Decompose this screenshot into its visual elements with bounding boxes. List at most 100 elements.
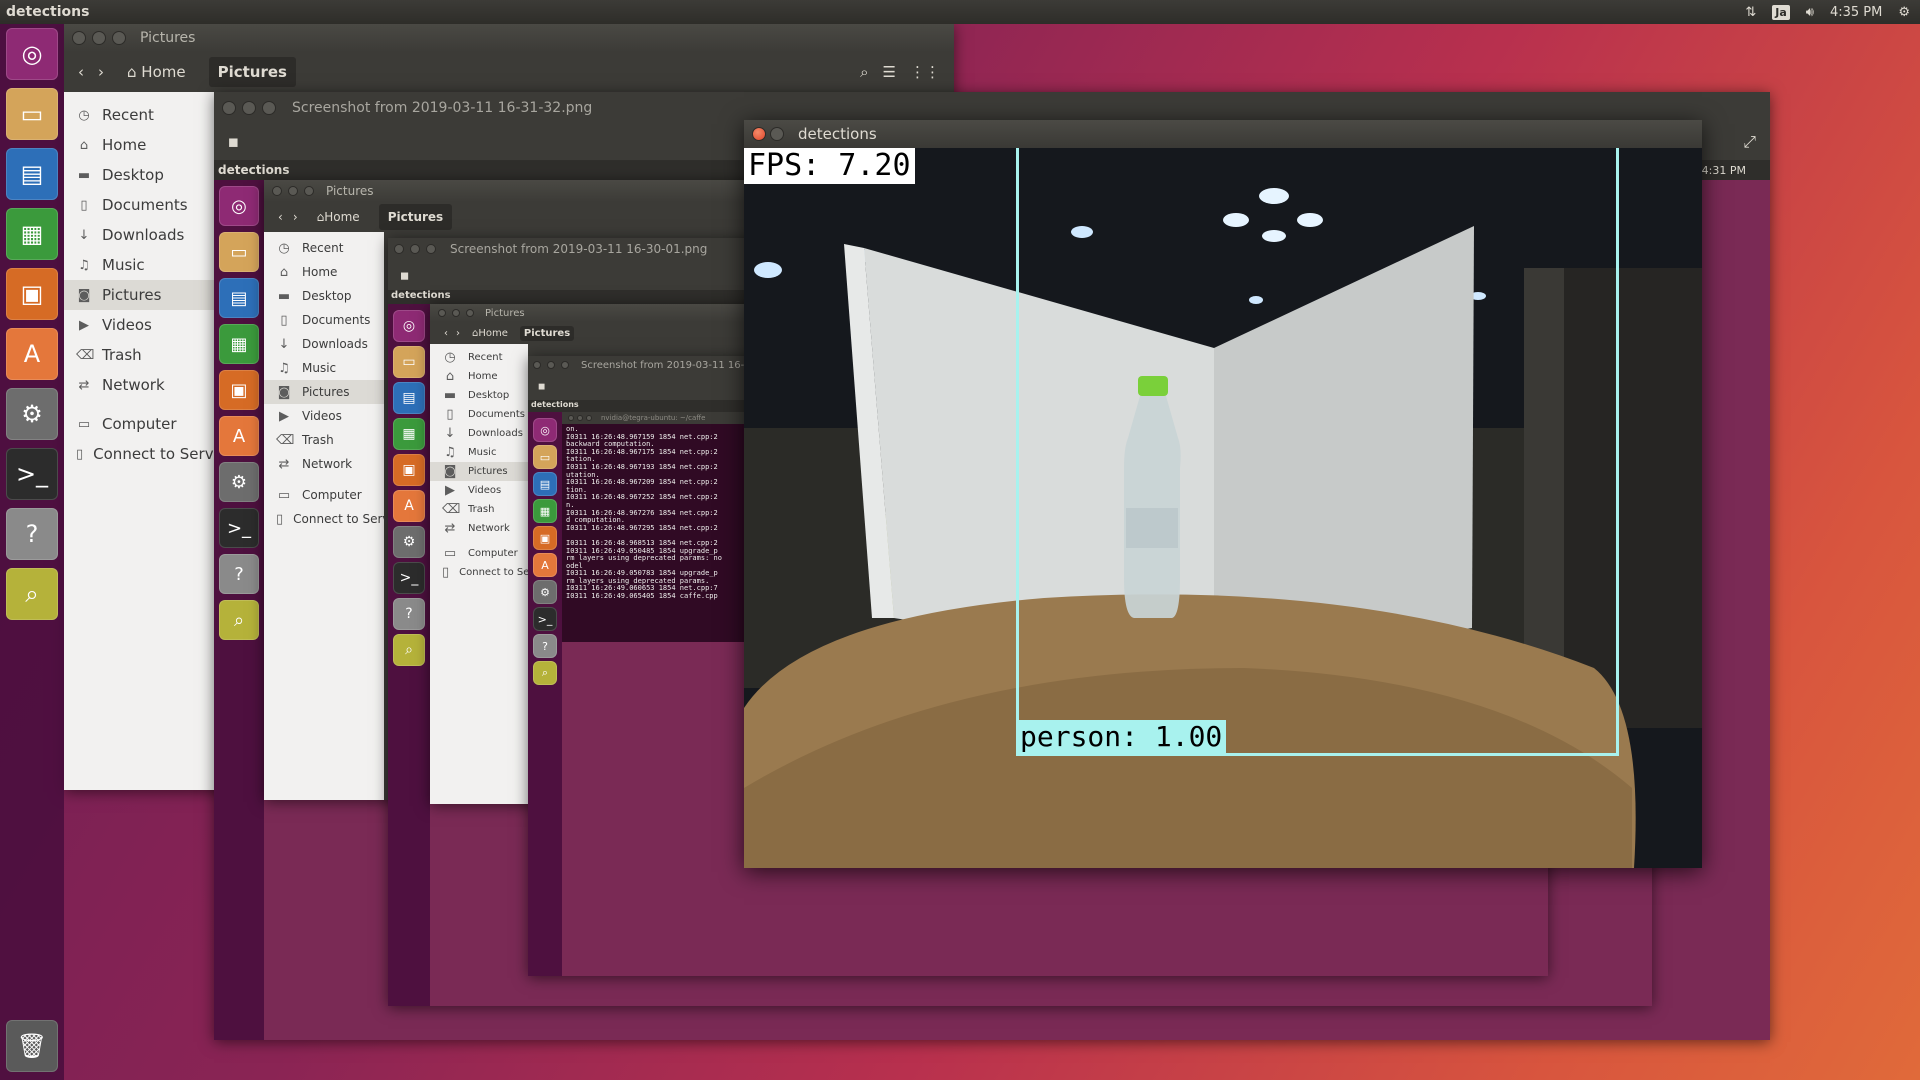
maximize-button[interactable] — [586, 415, 592, 421]
close-button[interactable] — [222, 101, 236, 115]
sidebar-item-computer[interactable]: ▭ Computer — [64, 409, 214, 439]
search-icon[interactable]: ⌕ — [860, 63, 868, 81]
software-center-icon[interactable]: A — [219, 416, 259, 456]
terminal-icon[interactable]: >_ — [533, 607, 557, 631]
forward-icon[interactable]: › — [456, 328, 460, 339]
sidebar-item-videos[interactable]: ▶ Videos — [430, 481, 528, 500]
grid-view-icon[interactable]: ⋮⋮ — [910, 63, 940, 81]
trash-icon[interactable]: 🗑 — [6, 1020, 58, 1072]
writer-icon[interactable]: ▤ — [393, 382, 425, 414]
sidebar-item-network[interactable]: ⇄ Network — [430, 519, 528, 538]
terminal-icon[interactable]: >_ — [6, 448, 58, 500]
maximize-button[interactable] — [304, 186, 314, 196]
system-settings-icon[interactable]: ⚙ — [6, 388, 58, 440]
software-center-icon[interactable]: A — [533, 553, 557, 577]
sidebar-item-connect-to-server[interactable]: ▯ Connect to Server — [430, 563, 550, 582]
sidebar-item-documents[interactable]: ▯ Documents — [430, 405, 528, 424]
back-icon[interactable]: ‹ — [78, 63, 84, 81]
close-button[interactable] — [568, 415, 574, 421]
maximize-button[interactable] — [262, 101, 276, 115]
dash-icon[interactable]: ◎ — [6, 28, 58, 80]
sidebar-item-trash[interactable]: ⌫ Trash — [430, 500, 528, 519]
path-pictures-button[interactable]: Pictures — [208, 57, 296, 87]
terminal-icon[interactable]: >_ — [393, 562, 425, 594]
close-button[interactable] — [533, 361, 541, 369]
system-settings-icon[interactable]: ⚙ — [533, 580, 557, 604]
sidebar-item-desktop[interactable]: ▬ Desktop — [264, 284, 384, 308]
path-home-button[interactable]: ⌂ Home — [118, 57, 195, 87]
minimize-button[interactable] — [577, 415, 583, 421]
minimize-button[interactable] — [92, 31, 106, 45]
sidebar-item-computer[interactable]: ▭ Computer — [430, 544, 528, 563]
sidebar-item-music[interactable]: ♫ Music — [264, 356, 384, 380]
sidebar-item-computer[interactable]: ▭ Computer — [264, 483, 384, 507]
path-home-button[interactable]: ⌂Home — [308, 204, 369, 230]
back-icon[interactable]: ‹ — [444, 328, 448, 339]
sidebar-item-music[interactable]: ♫ Music — [64, 250, 214, 280]
list-view-icon[interactable]: ☰ — [883, 63, 896, 81]
calc-icon[interactable]: ▦ — [393, 418, 425, 450]
sidebar-item-network[interactable]: ⇄ Network — [264, 452, 384, 476]
calc-icon[interactable]: ▦ — [533, 499, 557, 523]
minimize-button[interactable] — [410, 244, 420, 254]
system-settings-icon[interactable]: ⚙ — [219, 462, 259, 502]
minimize-button[interactable] — [770, 127, 784, 141]
sidebar-item-downloads[interactable]: ↓ Downloads — [64, 220, 214, 250]
sidebar-item-music[interactable]: ♫ Music — [430, 443, 528, 462]
software-center-icon[interactable]: A — [393, 490, 425, 522]
sidebar-item-home[interactable]: ⌂ Home — [64, 130, 214, 160]
sidebar-item-documents[interactable]: ▯ Documents — [64, 190, 214, 220]
path-home-button[interactable]: ⌂Home — [468, 326, 512, 341]
dash-icon[interactable]: ◎ — [393, 310, 425, 342]
help-icon[interactable]: ? — [533, 634, 557, 658]
sidebar-item-recent[interactable]: ◷ Recent — [430, 348, 528, 367]
gallery-icon[interactable]: ◼ — [228, 135, 239, 150]
sidebar-item-pictures[interactable]: ◙ Pictures — [264, 380, 384, 404]
image-viewer-icon[interactable]: ⌕ — [6, 568, 58, 620]
sidebar-item-desktop[interactable]: ▬ Desktop — [430, 386, 528, 405]
help-icon[interactable]: ? — [219, 554, 259, 594]
close-button[interactable] — [752, 127, 766, 141]
help-icon[interactable]: ? — [6, 508, 58, 560]
software-center-icon[interactable]: A — [6, 328, 58, 380]
sidebar-item-desktop[interactable]: ▬ Desktop — [64, 160, 214, 190]
sidebar-item-home[interactable]: ⌂ Home — [430, 367, 528, 386]
sidebar-item-recent[interactable]: ◷ Recent — [64, 100, 214, 130]
sidebar-item-connect-to-server[interactable]: ▯ Connect to Server — [64, 439, 229, 469]
image-viewer-icon[interactable]: ⌕ — [533, 661, 557, 685]
minimize-button[interactable] — [452, 309, 460, 317]
dash-icon[interactable]: ◎ — [219, 186, 259, 226]
impress-icon[interactable]: ▣ — [219, 370, 259, 410]
system-settings-icon[interactable]: ⚙ — [393, 526, 425, 558]
help-icon[interactable]: ? — [393, 598, 425, 630]
maximize-button[interactable] — [466, 309, 474, 317]
image-viewer-icon[interactable]: ⌕ — [393, 634, 425, 666]
network-icon[interactable]: ⇅ — [1745, 5, 1756, 20]
files-icon[interactable]: ▭ — [219, 232, 259, 272]
forward-icon[interactable]: › — [293, 210, 298, 224]
sidebar-item-downloads[interactable]: ↓ Downloads — [430, 424, 528, 443]
dash-icon[interactable]: ◎ — [533, 418, 557, 442]
close-button[interactable] — [72, 31, 86, 45]
maximize-button[interactable] — [426, 244, 436, 254]
image-viewer-icon[interactable]: ⌕ — [219, 600, 259, 640]
terminal-icon[interactable]: >_ — [219, 508, 259, 548]
minimize-button[interactable] — [288, 186, 298, 196]
sidebar-item-connect-to-server[interactable]: ▯ Connect to Server — [264, 507, 402, 531]
sidebar-item-videos[interactable]: ▶ Videos — [264, 404, 384, 428]
sidebar-item-videos[interactable]: ▶ Videos — [64, 310, 214, 340]
files-icon[interactable]: ▭ — [6, 88, 58, 140]
maximize-button[interactable] — [112, 31, 126, 45]
sidebar-item-documents[interactable]: ▯ Documents — [264, 308, 384, 332]
impress-icon[interactable]: ▣ — [533, 526, 557, 550]
files-icon[interactable]: ▭ — [533, 445, 557, 469]
path-pictures-button[interactable]: Pictures — [378, 204, 453, 230]
sidebar-item-trash[interactable]: ⌫ Trash — [64, 340, 214, 370]
clock[interactable]: 4:35 PM — [1830, 5, 1882, 20]
volume-icon[interactable]: 🔊︎ — [1806, 5, 1814, 20]
files-icon[interactable]: ▭ — [393, 346, 425, 378]
minimize-button[interactable] — [242, 101, 256, 115]
close-button[interactable] — [394, 244, 404, 254]
writer-icon[interactable]: ▤ — [219, 278, 259, 318]
impress-icon[interactable]: ▣ — [6, 268, 58, 320]
